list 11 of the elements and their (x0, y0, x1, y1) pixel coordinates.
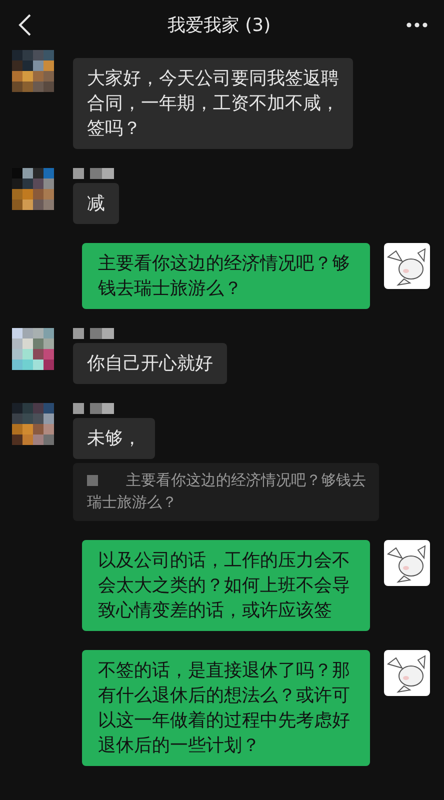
message-bubble: 减 (73, 183, 119, 224)
back-icon[interactable] (18, 13, 32, 37)
quoted-message: 主要看你这边的经济情况吧？够钱去瑞士旅游么？ (73, 463, 379, 521)
message-bubble: 大家好，今天公司要同我签返聘合同，一年期，工资不加不咸，签吗？ (73, 58, 353, 149)
message-bubble: 未够， (73, 418, 155, 459)
chat-title: 我爱我家 (3) (167, 14, 271, 37)
more-icon[interactable] (406, 22, 428, 28)
message-bubble: 以及公司的话，工作的压力会不会太大之类的？如何上班不会导致心情变差的话，或许应该签 (82, 540, 370, 631)
message-bubble: 主要看你这边的经济情况吧？够钱去瑞士旅游么？ (82, 243, 370, 309)
message-bubble: 不签的话，是直接退休了吗？那有什么退休后的想法么？或许可以这一年做着的过程中先考虑好退休后的一些计划？ (82, 650, 370, 766)
message-bubble: 你自己开心就好 (73, 343, 227, 384)
